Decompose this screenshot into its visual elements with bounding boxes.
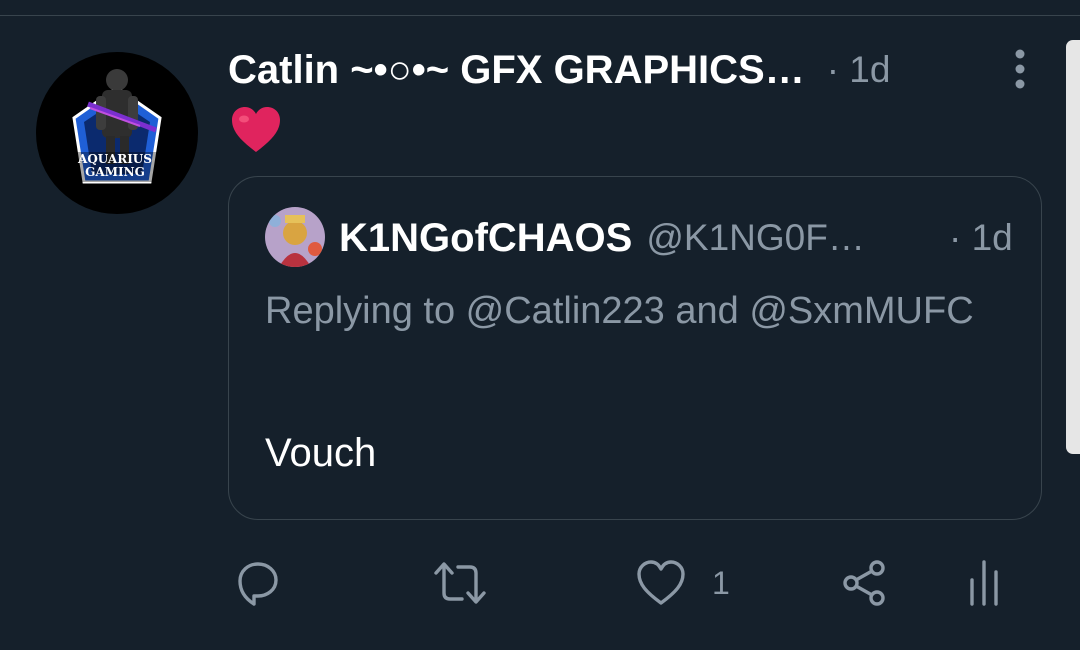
like-count: 1 [712, 564, 730, 601]
quoted-tweet-text: Vouch [265, 431, 377, 475]
svg-text:GAMING: GAMING [85, 165, 145, 179]
like-button[interactable]: 1 [636, 556, 730, 610]
reply-button[interactable] [234, 556, 282, 610]
heart-outline-icon [637, 560, 685, 605]
reply-context: Replying to @Catlin223 and @SxmMUFC [265, 290, 974, 332]
author-name[interactable]: Catlin ~•○•~ GFX GRAPHICS… [228, 48, 805, 93]
more-options-button[interactable] [1008, 48, 1032, 92]
tweet-timestamp[interactable]: · 1d [827, 49, 891, 91]
quoted-tweet-timestamp: · 1d [949, 217, 1013, 258]
scrollbar[interactable] [1066, 40, 1080, 454]
quoted-author-name: K1NGofCHAOS [339, 215, 633, 260]
quoted-tweet-header: K1NGofCHAOS @K1NG0F… [339, 213, 865, 263]
top-divider [0, 15, 1080, 16]
share-button[interactable] [840, 556, 888, 610]
share-icon [843, 560, 885, 606]
svg-text:AQUARIUS: AQUARIUS [77, 152, 152, 166]
retweet-button[interactable] [432, 556, 488, 610]
analytics-button[interactable] [966, 556, 1006, 610]
quoted-author-avatar [265, 207, 325, 267]
logo-lettering: AQUARIUS GAMING [77, 152, 152, 179]
reply-icon [238, 562, 278, 606]
quoted-tweet-card[interactable]: K1NGofCHAOS @K1NG0F… · 1d Replying to @C… [228, 176, 1042, 520]
quoted-author-handle: @K1NG0F… [646, 217, 865, 258]
author-avatar[interactable]: AQUARIUS GAMING [36, 52, 198, 214]
analytics-icon [970, 560, 998, 606]
retweet-icon [434, 562, 486, 604]
tweet-header: Catlin ~•○•~ GFX GRAPHICS… · 1d [228, 44, 890, 96]
more-vertical-icon [1015, 49, 1025, 89]
red-heart-emoji [230, 106, 282, 154]
